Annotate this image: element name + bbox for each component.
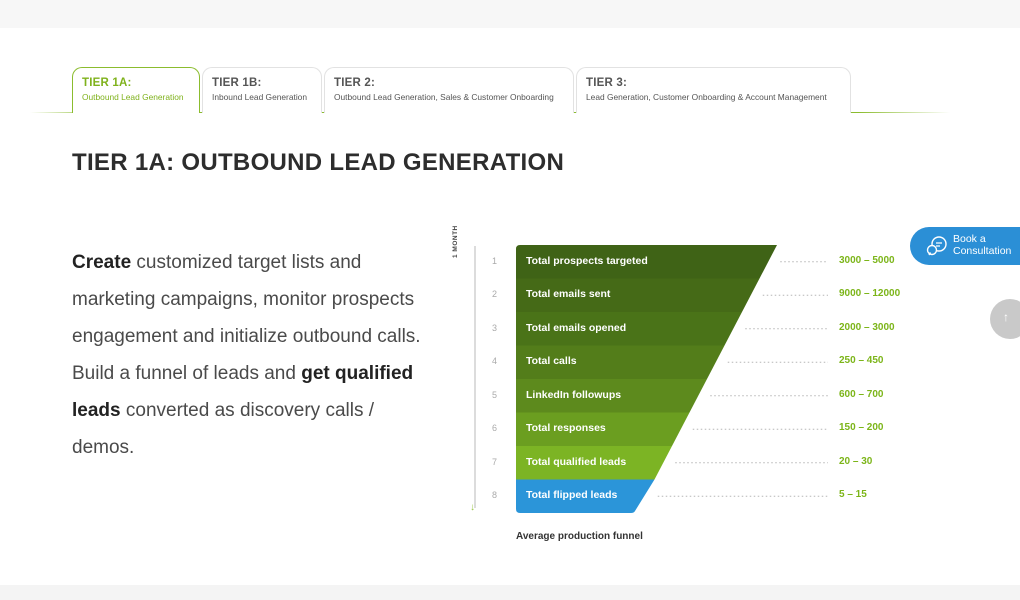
tab-title: TIER 1B: <box>212 77 262 89</box>
funnel-stage-label: Total emails opened <box>526 321 627 334</box>
axis-arrow-icon: ↓ <box>470 502 475 513</box>
funnel-stage-number: 4 <box>492 356 498 367</box>
tab-subtitle: Outbound Lead Generation, Sales & Custom… <box>334 92 554 102</box>
tab-title: TIER 3: <box>586 77 628 89</box>
tab-tier-1b[interactable]: TIER 1B: Inbound Lead Generation <box>202 67 322 113</box>
book-consultation-button[interactable]: Book a Consultation <box>910 227 1020 265</box>
desc-bold-create: Create <box>72 252 132 273</box>
arrow-up-icon: ↑ <box>1003 310 1009 324</box>
consultation-label: Book a Consultation <box>953 233 1012 257</box>
funnel-stage-number: 3 <box>492 322 498 333</box>
axis-label: 1 MONTH <box>452 225 459 258</box>
tier-tabs: TIER 1A: Outbound Lead Generation TIER 1… <box>0 67 1020 113</box>
funnel-stage-number: 2 <box>492 289 498 300</box>
tab-tier-1a[interactable]: TIER 1A: Outbound Lead Generation <box>72 67 200 113</box>
tab-subtitle: Lead Generation, Customer Onboarding & A… <box>586 92 827 102</box>
funnel-stage-label: Total emails sent <box>526 288 611 301</box>
funnel-stage-label: Total qualified leads <box>526 455 627 468</box>
footer-strip <box>0 585 1020 600</box>
consult-line-2: Consultation <box>953 244 1012 257</box>
funnel-stage-number: 7 <box>492 456 498 467</box>
tab-tier-3[interactable]: TIER 3: Lead Generation, Customer Onboar… <box>576 67 851 113</box>
funnel-stage-label: Total flipped leads <box>526 489 618 502</box>
chat-bubbles-icon <box>926 236 947 256</box>
funnel-stage-value: 5 – 15 <box>839 489 867 501</box>
funnel-stage-value: 600 – 700 <box>839 388 884 400</box>
funnel-stage-number: 5 <box>492 389 498 400</box>
funnel-stage-number: 8 <box>492 490 498 501</box>
funnel-stage-value: 20 – 30 <box>839 455 873 467</box>
tab-subtitle: Outbound Lead Generation <box>82 92 184 102</box>
funnel-stage-label: Total prospects targeted <box>526 254 648 267</box>
funnel-stage-value: 250 – 450 <box>839 355 884 367</box>
funnel-stage-label: LinkedIn followups <box>526 388 622 401</box>
funnel-stage-number: 1 <box>492 255 498 266</box>
section-description: Create customized target lists and marke… <box>72 244 432 466</box>
tab-title: TIER 1A: <box>82 77 132 89</box>
funnel-stage-label: Total responses <box>526 422 606 435</box>
section-heading: TIER 1A: OUTBOUND LEAD GENERATION <box>72 149 565 176</box>
funnel-stage-value: 3000 – 5000 <box>839 254 895 266</box>
tab-title: TIER 2: <box>334 77 376 89</box>
funnel-stage-label: Total calls <box>526 355 577 368</box>
funnel-stage-value: 9000 – 12000 <box>839 288 901 300</box>
tab-subtitle: Inbound Lead Generation <box>212 92 307 102</box>
funnel-stage-value: 2000 – 3000 <box>839 321 895 333</box>
timeline-axis <box>474 246 476 508</box>
funnel-caption: Average production funnel <box>516 531 643 542</box>
tab-tier-2[interactable]: TIER 2: Outbound Lead Generation, Sales … <box>324 67 574 113</box>
funnel-stage-number: 6 <box>492 423 498 434</box>
funnel-stage-value: 150 – 200 <box>839 422 884 434</box>
consult-line-1: Book a <box>953 233 986 245</box>
